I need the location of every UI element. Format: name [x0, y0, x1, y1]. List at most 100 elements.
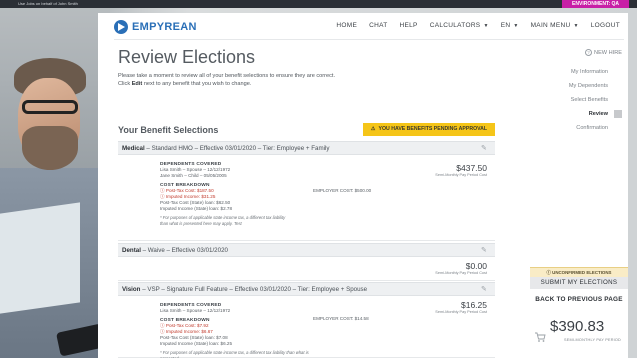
benefit-card-vision: Vision – VSP – Signature Full Feature – … [118, 282, 495, 358]
question-icon[interactable]: ? [585, 49, 593, 56]
intro-prefix: Click [118, 81, 132, 87]
nav-label: CHAT [369, 22, 388, 29]
nav-label: HELP [399, 22, 418, 29]
cost-line: Imputed Income (State) loan: $6.25 [160, 341, 233, 346]
employer-cost: EMPLOYER COST: $14.58 [313, 316, 369, 321]
step-my-dependents[interactable]: My Dependents [522, 79, 622, 93]
top-header: EMPYREAN HOME CHAT HELP CALCULATORS ▼ EN ▼… [98, 13, 628, 39]
nav-logout[interactable]: LOGOUT [591, 22, 620, 29]
main-panel: EMPYREAN HOME CHAT HELP CALCULATORS ▼ EN ▼… [98, 13, 628, 358]
cost-text: Imputed Income: $31.25 [165, 194, 216, 199]
chevron-down-icon: ▼ [483, 22, 489, 29]
intro-suffix: next to any benefit that you wish to cha… [142, 81, 252, 87]
environment-badge: ENVIRONMENT: QA [562, 0, 629, 8]
step-label: Select Benefits [570, 97, 608, 103]
vision-cost: $16.25 Semi-Monthly Pay Period Cost [435, 300, 487, 314]
benefit-detail: – Standard HMO – Effective 03/01/2020 – … [144, 145, 330, 152]
cost-amount: $16.25 [461, 300, 487, 310]
proxy-bar: Use Jobs on behalf of John Smith ENVIRON… [0, 0, 637, 8]
vision-details: DEPENDENTS COVERED Lisa Smith – Spouse –… [160, 303, 330, 358]
cost-text: Imputed Income: $6.67 [165, 329, 213, 334]
intro-text-edit: Click Edit next to any benefit that you … [118, 81, 251, 87]
step-my-information[interactable]: My Information [522, 65, 622, 79]
cost-text: Post-Tax Cost: $187.50 [165, 188, 214, 193]
logo-text: EMPYREAN [132, 21, 197, 33]
nav-help[interactable]: HELP [400, 22, 418, 29]
proxy-text: Use Jobs on behalf of John Smith [18, 1, 78, 6]
nav-language[interactable]: EN ▼ [501, 22, 519, 29]
dependent-line: Jane Smith – Child – 05/05/2005 [160, 173, 227, 178]
header-divider [114, 39, 624, 40]
cost-period: Semi-Monthly Pay Period Cost [435, 310, 487, 314]
chevron-down-icon: ▼ [573, 22, 579, 29]
step-confirmation[interactable]: Confirmation [522, 121, 622, 135]
top-nav: HOME CHAT HELP CALCULATORS ▼ EN ▼ MAIN MEN… [324, 22, 620, 29]
medical-cost: $437.50 Semi-Monthly Pay Period Cost [435, 163, 487, 177]
pending-approval-badge: ⚠ YOU HAVE BENEFITS PENDING APPROVAL [363, 123, 495, 136]
chevron-down-icon: ▼ [513, 22, 519, 29]
nav-main-menu[interactable]: MAIN MENU ▼ [531, 22, 579, 29]
nav-label: LOGOUT [590, 22, 620, 29]
benefit-name: Medical [122, 145, 145, 152]
nav-label: HOME [336, 22, 358, 29]
back-to-previous-link[interactable]: BACK TO PREVIOUS PAGE [530, 295, 628, 304]
total-cost: $390.83 [550, 318, 605, 335]
benefit-body: $0.00 Semi-Monthly Pay Period Cost [118, 257, 495, 281]
cost-period: Semi-Monthly Pay Period Cost [435, 271, 487, 275]
nav-label: MAIN MENU [530, 22, 571, 29]
step-label: Confirmation [576, 125, 608, 131]
benefit-body: DEPENDENTS COVERED Lisa Smith – Spouse –… [118, 296, 495, 358]
new-hire-text: NEW HIRE [594, 49, 622, 56]
new-hire-label: ? NEW HIRE [522, 49, 622, 56]
submit-elections-button[interactable]: SUBMIT MY ELECTIONS [530, 277, 628, 289]
step-label: Review [588, 111, 608, 117]
intro-edit-word: Edit [131, 81, 143, 87]
benefit-detail: – VSP – Signature Full Feature – Effecti… [140, 286, 368, 293]
cost-text: Post-Tax Cost: $7.92 [165, 323, 209, 328]
cost-amount: $0.00 [465, 261, 487, 271]
nav-home[interactable]: HOME [336, 22, 357, 29]
unconfirmed-text: UNCONFIRMED ELECTIONS [552, 270, 612, 275]
pencil-icon[interactable]: ✎ [481, 145, 489, 153]
step-review[interactable]: Review [522, 107, 622, 121]
pencil-icon[interactable]: ✎ [481, 247, 489, 255]
benefit-header: Medical – Standard HMO – Effective 03/01… [118, 141, 495, 155]
intro-text: Please take a moment to review all of yo… [118, 73, 336, 79]
medical-details: DEPENDENTS COVERED Lisa Smith – Spouse –… [160, 162, 330, 226]
pending-text: YOU HAVE BENEFITS PENDING APPROVAL [378, 126, 488, 132]
unconfirmed-elections-banner: ⓘ UNCONFIRMED ELECTIONS [530, 267, 628, 277]
page-title: Review Elections [118, 47, 256, 67]
warning-icon: ⚠ [370, 126, 376, 132]
benefit-name: Dental [122, 247, 141, 254]
step-label: My Dependents [568, 83, 608, 89]
selections-heading: Your Benefit Selections [118, 125, 219, 135]
nav-calculators[interactable]: CALCULATORS ▼ [430, 22, 489, 29]
benefit-detail: – Waive – Effective 03/01/2020 [140, 247, 228, 254]
nav-label: EN [500, 22, 511, 29]
cart-icon [535, 332, 546, 342]
benefit-card-dental: Dental – Waive – Effective 03/01/2020 ✎ … [118, 243, 495, 281]
dental-cost: $0.00 Semi-Monthly Pay Period Cost [435, 261, 487, 275]
benefit-header: Dental – Waive – Effective 03/01/2020 ✎ [118, 243, 495, 257]
cost-period: Semi-Monthly Pay Period Cost [435, 173, 487, 177]
nav-label: CALCULATORS [429, 22, 481, 29]
logo-icon [114, 20, 128, 34]
benefit-body: DEPENDENTS COVERED Lisa Smith – Spouse –… [118, 155, 495, 241]
dependent-line: Lisa Smith – Spouse – 12/12/1972 [160, 308, 231, 313]
total-period: SEMI-MONTHLY PAY PERIOD [564, 338, 621, 342]
brand-logo[interactable]: EMPYREAN [114, 20, 197, 34]
tax-note: * For purposes of applicable state incom… [160, 215, 286, 226]
current-step-marker [614, 110, 622, 118]
tax-note: * For purposes of applicable state incom… [160, 350, 309, 358]
cost-amount: $437.50 [456, 163, 487, 173]
cost-line: Imputed Income (State) loan: $2.78 [160, 206, 233, 211]
step-select-benefits[interactable]: Select Benefits [522, 93, 622, 107]
benefit-card-medical: Medical – Standard HMO – Effective 03/01… [118, 141, 495, 241]
step-label: My Information [571, 69, 608, 75]
pencil-icon[interactable]: ✎ [481, 286, 489, 294]
progress-nav: ? NEW HIRE My Information My Dependents … [522, 49, 622, 135]
employer-cost: EMPLOYER COST: $500.00 [313, 188, 372, 193]
benefit-name: Vision [122, 286, 141, 293]
nav-chat[interactable]: CHAT [369, 22, 387, 29]
benefit-header: Vision – VSP – Signature Full Feature – … [118, 282, 495, 296]
